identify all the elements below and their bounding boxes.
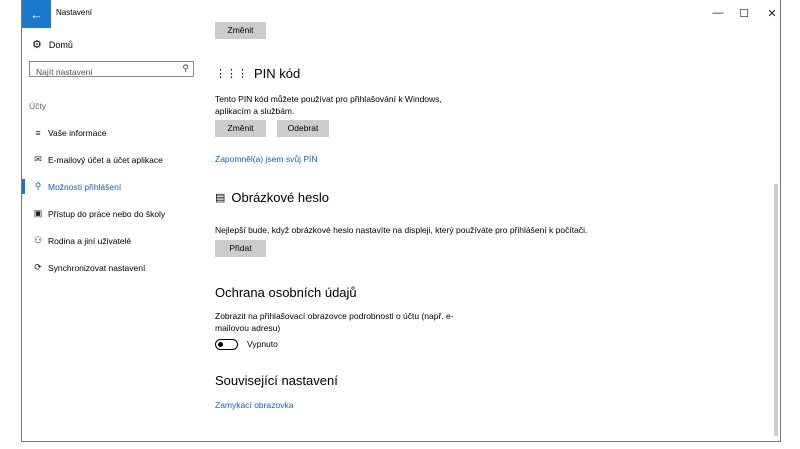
sidebar-item-work-school[interactable]: ▣ Přístup do práce nebo do školy — [22, 200, 203, 227]
search-input[interactable] — [30, 65, 176, 79]
sidebar-item-sign-in-options[interactable]: ⚲ Možnosti přihlášení — [22, 173, 203, 200]
privacy-section-title: Ochrana osobních údajů — [215, 285, 357, 300]
lock-screen-link[interactable]: Zamykací obrazovka — [215, 400, 293, 410]
gear-icon: ⚙ — [32, 39, 42, 51]
key-icon: ⚲ — [34, 181, 42, 191]
sidebar-item-label: Synchronizovat nastavení — [48, 262, 146, 273]
privacy-description-line1: Zobrazit na přihlašovací obrazovce podro… — [215, 311, 454, 321]
sidebar-item-label: Přístup do práce nebo do školy — [48, 208, 166, 219]
close-button[interactable]: ✕ — [755, 3, 789, 23]
search-box[interactable]: ⚲ — [29, 61, 194, 79]
scrollbar[interactable] — [773, 28, 779, 440]
picture-password-add-button[interactable]: Přidat — [215, 240, 266, 257]
person-add-icon: ⚇ — [33, 235, 43, 245]
forgot-pin-link[interactable]: Zapomněl(a) jsem svůj PIN — [215, 154, 318, 164]
pin-title: PIN kód — [254, 66, 301, 81]
sync-icon: ⟳ — [34, 262, 42, 272]
window-title: Nastavení — [56, 8, 93, 17]
sidebar-item-email-accounts[interactable]: ✉ E-mailový účet a účet aplikace — [22, 146, 203, 173]
pin-change-button[interactable]: Změnit — [215, 120, 266, 137]
privacy-toggle-state: Vypnuto — [247, 339, 278, 349]
pin-description-line1: Tento PIN kód můžete používat pro přihla… — [215, 94, 442, 104]
pin-description: Tento PIN kód můžete používat pro přihla… — [215, 94, 442, 117]
pin-description-line2: aplikacím a službám. — [215, 105, 295, 116]
picture-password-section-title: ▤ Obrázkové heslo — [215, 190, 329, 205]
mail-icon: ✉ — [34, 154, 42, 164]
privacy-description: Zobrazit na přihlašovací obrazovce podro… — [215, 311, 454, 334]
sidebar-item-label: Rodina a jiní uživatelé — [48, 235, 132, 246]
sidebar: ⚙ Domů ⚲ Účty ≡ Vaše informace ✉ E-mailo… — [22, 28, 203, 440]
privacy-toggle-row: Vypnuto — [215, 339, 278, 351]
sidebar-item-label: E-mailový účet a účet aplikace — [48, 154, 163, 165]
pin-remove-button[interactable]: Odebrat — [277, 120, 329, 137]
sidebar-item-your-info[interactable]: ≡ Vaše informace — [22, 119, 203, 146]
picture-password-description: Nejlepší bude, když obrázkové heslo nast… — [215, 225, 588, 235]
sidebar-item-label: Vaše informace — [48, 127, 107, 138]
privacy-toggle[interactable] — [215, 339, 238, 351]
privacy-description-line2: mailovou adresu) — [215, 322, 281, 333]
home-link[interactable]: ⚙ Domů — [32, 38, 73, 51]
sidebar-nav: ≡ Vaše informace ✉ E-mailový účet a účet… — [22, 119, 203, 281]
keypad-icon: ⋮⋮⋮ — [215, 68, 248, 80]
section-label: Účty — [29, 101, 46, 111]
scrollbar-thumb[interactable] — [774, 184, 778, 436]
briefcase-icon: ▣ — [33, 208, 43, 218]
settings-window: ← Nastavení — ☐ ✕ ⚙ Domů ⚲ Účty ≡ Vaše i… — [21, 0, 781, 442]
search-icon: ⚲ — [182, 63, 189, 73]
maximize-icon: ☐ — [739, 7, 749, 20]
picture-password-title: Obrázkové heslo — [231, 190, 329, 205]
related-settings-title: Související nastavení — [215, 373, 338, 388]
change-button-top[interactable]: Změnit — [215, 22, 266, 39]
toggle-knob — [218, 341, 223, 347]
home-label: Domů — [48, 39, 73, 50]
sidebar-item-sync[interactable]: ⟳ Synchronizovat nastavení — [22, 254, 203, 281]
pin-section-title: ⋮⋮⋮ PIN kód — [215, 66, 300, 81]
picture-icon: ▤ — [215, 192, 226, 204]
close-icon: ✕ — [767, 7, 777, 20]
title-bar: ← Nastavení — ☐ ✕ — [22, 0, 780, 28]
sidebar-item-label: Možnosti přihlášení — [48, 181, 122, 192]
arrow-left-icon: ← — [30, 6, 43, 22]
contact-card-icon: ≡ — [35, 127, 41, 138]
minimize-icon: — — [712, 7, 724, 19]
sidebar-item-family[interactable]: ⚇ Rodina a jiní uživatelé — [22, 227, 203, 254]
back-button[interactable]: ← — [22, 0, 51, 28]
